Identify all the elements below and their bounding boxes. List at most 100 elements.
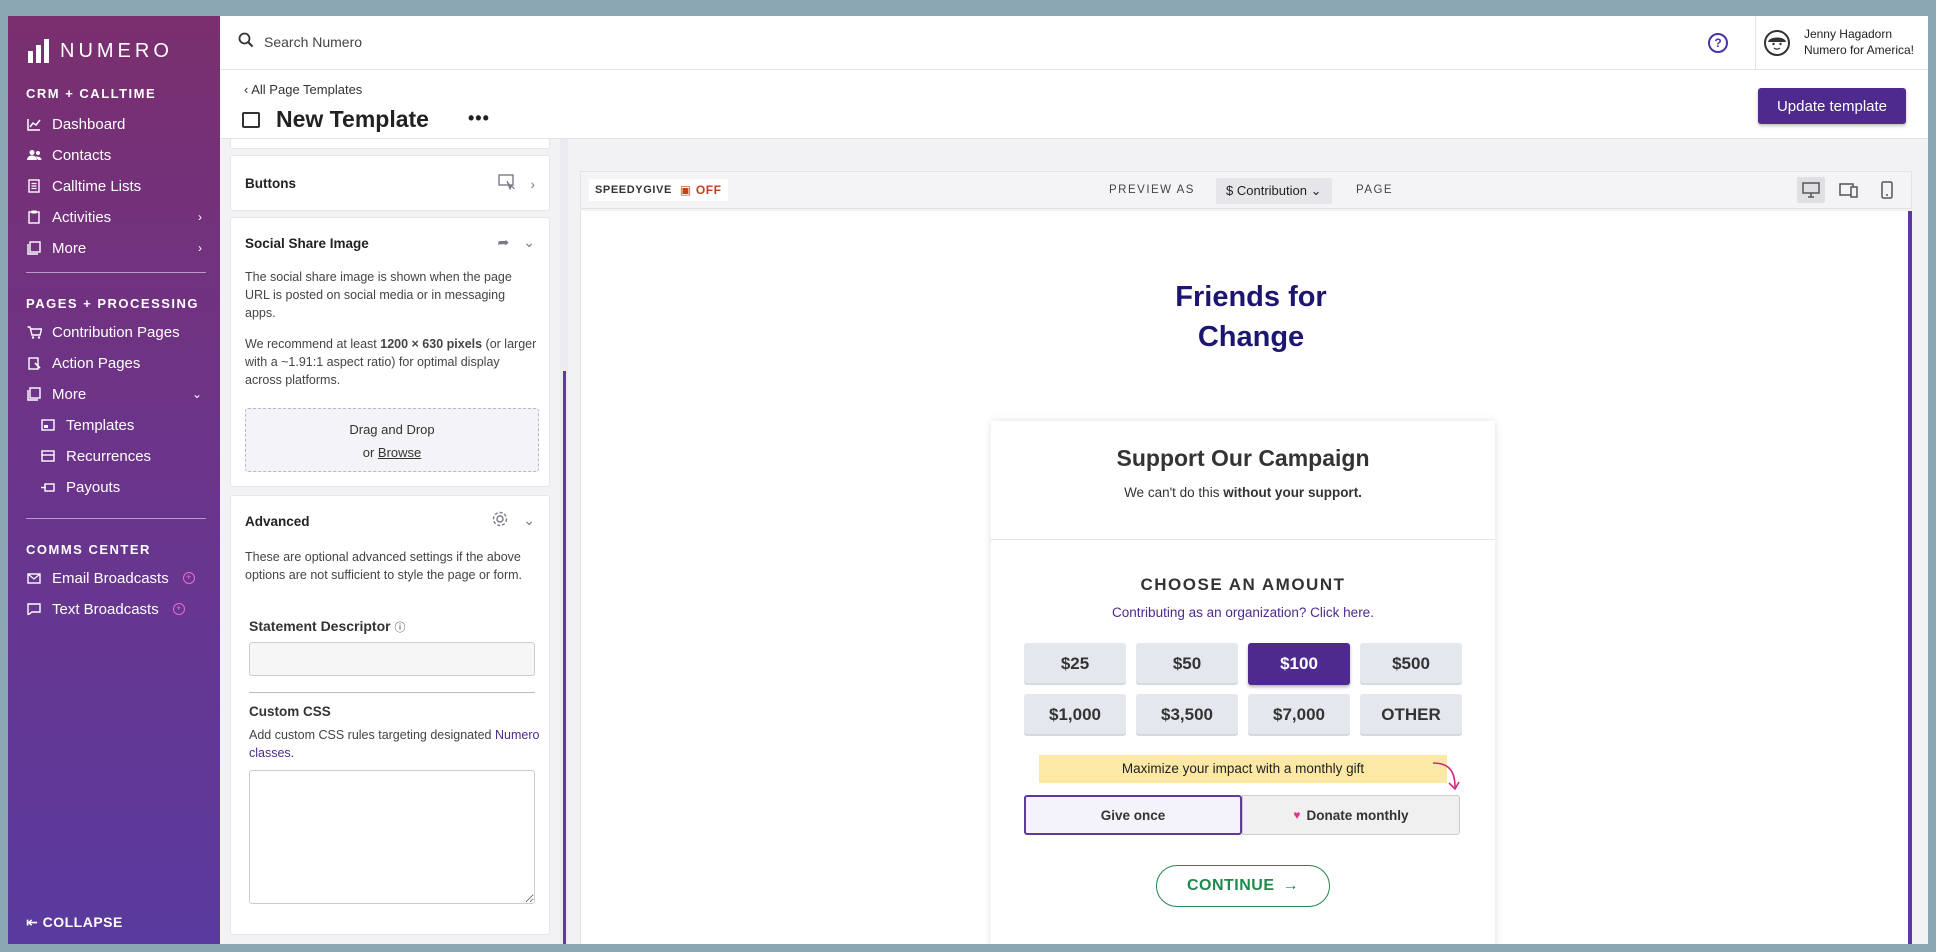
tablet-icon[interactable] bbox=[1835, 177, 1863, 203]
sidebar-item-recurrences[interactable]: Recurrences bbox=[40, 442, 220, 470]
sidebar-item-payouts[interactable]: Payouts bbox=[40, 473, 220, 501]
statement-descriptor-label: Statement Descriptor ⓘ bbox=[249, 618, 406, 634]
sidebar-item-label: Action Pages bbox=[52, 354, 141, 372]
template-icon bbox=[40, 417, 56, 433]
chevron-down-icon: ⌄ bbox=[1310, 183, 1322, 198]
buttons-card[interactable]: Buttons › bbox=[230, 155, 550, 211]
section-pages-processing: PAGES + PROCESSING bbox=[26, 296, 200, 311]
sidebar-item-activities[interactable]: Activities › bbox=[26, 203, 206, 231]
heart-icon: ♥ bbox=[1293, 808, 1301, 822]
sidebar-item-dashboard[interactable]: Dashboard bbox=[26, 110, 206, 138]
chevron-right-icon: › bbox=[198, 241, 202, 255]
cursor-click-icon bbox=[498, 174, 516, 193]
amount-button[interactable]: $25 bbox=[1024, 643, 1126, 685]
card-title: Social Share Image bbox=[245, 236, 369, 251]
page-title: New Template bbox=[276, 106, 429, 132]
preview-canvas: Friends for Change Support Our Campaign … bbox=[580, 211, 1912, 944]
amount-button[interactable]: $3,500 bbox=[1136, 694, 1238, 736]
mobile-icon[interactable] bbox=[1873, 177, 1901, 203]
page-type-select[interactable]: $ Contribution ⌄ bbox=[1216, 178, 1332, 204]
sidebar-item-label: Activities bbox=[52, 208, 112, 226]
chevron-right-icon[interactable]: › bbox=[530, 176, 535, 192]
desktop-icon[interactable] bbox=[1797, 177, 1825, 203]
top-bar: Search Numero ? Jenny Hagadorn Numero fo… bbox=[220, 16, 1928, 70]
more-options-icon[interactable]: ••• bbox=[468, 108, 490, 129]
chevron-down-icon[interactable]: ⌄ bbox=[523, 234, 535, 251]
sidebar-item-email-broadcasts[interactable]: Email Broadcasts + bbox=[26, 564, 206, 592]
continue-button[interactable]: CONTINUE → bbox=[1156, 865, 1330, 907]
logo-text: NUMERO bbox=[60, 39, 173, 62]
sidebar-item-label: Recurrences bbox=[66, 447, 152, 465]
amount-button-other[interactable]: OTHER bbox=[1360, 694, 1462, 736]
sidebar-item-label: Calltime Lists bbox=[52, 177, 142, 195]
page-preview: SPEEDYGIVE ▣ OFF PREVIEW AS $ Contributi… bbox=[568, 139, 1928, 944]
sidebar-item-contribution-pages[interactable]: Contribution Pages bbox=[26, 318, 206, 346]
message-icon bbox=[26, 601, 42, 617]
give-once-button[interactable]: Give once bbox=[1024, 795, 1242, 835]
advanced-description: These are optional advanced settings if … bbox=[245, 550, 523, 582]
search-icon bbox=[238, 32, 254, 51]
avatar[interactable] bbox=[1764, 30, 1790, 56]
sidebar-item-label: Dashboard bbox=[52, 115, 126, 133]
preview-toolbar: SPEEDYGIVE ▣ OFF PREVIEW AS $ Contributi… bbox=[580, 171, 1912, 209]
sidebar-item-calltime-lists[interactable]: Calltime Lists bbox=[26, 172, 206, 200]
sidebar-item-more-crm[interactable]: More › bbox=[26, 234, 206, 262]
breadcrumb[interactable]: ‹ All Page Templates bbox=[244, 82, 362, 97]
amount-button[interactable]: $7,000 bbox=[1248, 694, 1350, 736]
sidebar-item-label: Email Broadcasts bbox=[52, 569, 169, 587]
cart-icon bbox=[26, 324, 42, 340]
image-dropzone[interactable]: Drag and Drop or Browse bbox=[245, 408, 539, 472]
dollar-icon: $ bbox=[1226, 183, 1234, 198]
browse-link[interactable]: Browse bbox=[378, 445, 421, 460]
add-circle-icon[interactable]: + bbox=[172, 603, 185, 615]
dropzone-text: Drag and Drop bbox=[349, 422, 435, 437]
collapse-button[interactable]: ⇤ COLLAPSE bbox=[26, 914, 123, 931]
collapse-arrow-icon: ⇤ bbox=[26, 914, 39, 930]
sidebar-divider bbox=[26, 518, 206, 519]
custom-css-textarea[interactable] bbox=[249, 770, 535, 904]
amount-button[interactable]: $50 bbox=[1136, 643, 1238, 685]
user-menu[interactable]: Jenny Hagadorn Numero for America! bbox=[1804, 26, 1914, 58]
custom-css-description: Add custom CSS rules targeting designate… bbox=[249, 728, 540, 760]
sidebar-item-action-pages[interactable]: Action Pages bbox=[26, 349, 206, 377]
sidebar-item-label: Contribution Pages bbox=[52, 323, 180, 341]
topbar-separator bbox=[1755, 16, 1756, 70]
sidebar-item-more-pages[interactable]: More ⌄ bbox=[26, 380, 206, 408]
amount-button-selected[interactable]: $100 bbox=[1248, 643, 1350, 685]
amount-button[interactable]: $1,000 bbox=[1024, 694, 1126, 736]
help-icon[interactable]: ? bbox=[1708, 33, 1728, 53]
layers-icon bbox=[26, 386, 42, 402]
amount-button[interactable]: $500 bbox=[1360, 643, 1462, 685]
list-icon bbox=[26, 178, 42, 194]
sidebar-divider bbox=[26, 272, 206, 273]
chevron-down-icon[interactable]: ⌄ bbox=[523, 512, 535, 529]
numero-logo[interactable]: NUMERO bbox=[28, 30, 173, 72]
action-page-icon bbox=[26, 355, 42, 371]
page-label: PAGE bbox=[1356, 184, 1394, 196]
organization-link[interactable]: Contributing as an organization? Click h… bbox=[991, 605, 1495, 620]
chevron-right-icon: › bbox=[198, 210, 202, 224]
organization-name: Friends for Change bbox=[1175, 281, 1327, 353]
sidebar-item-templates[interactable]: Templates bbox=[40, 411, 220, 439]
toggle-off-icon: ▣ bbox=[679, 183, 692, 197]
speedygive-state: ▣ OFF bbox=[679, 183, 722, 197]
payout-icon bbox=[40, 479, 56, 495]
form-divider bbox=[991, 539, 1495, 540]
sidebar-item-label: More bbox=[52, 385, 87, 403]
panel-scrollbar[interactable] bbox=[560, 139, 568, 944]
donate-monthly-button[interactable]: ♥ Donate monthly bbox=[1242, 795, 1460, 835]
user-name: Jenny Hagadorn bbox=[1803, 27, 1893, 41]
search-input[interactable]: Search Numero bbox=[238, 32, 362, 51]
update-template-button[interactable]: Update template bbox=[1758, 88, 1906, 124]
monthly-gift-note: Maximize your impact with a monthly gift bbox=[1039, 755, 1447, 783]
speedygive-toggle[interactable]: SPEEDYGIVE ▣ OFF bbox=[589, 179, 728, 201]
statement-descriptor-input[interactable] bbox=[249, 642, 535, 676]
layers-icon bbox=[26, 240, 42, 256]
sidebar-item-contacts[interactable]: Contacts bbox=[26, 141, 206, 169]
arrow-right-icon: → bbox=[1282, 877, 1300, 894]
sidebar-item-label: Payouts bbox=[66, 478, 121, 496]
logo-mark-icon bbox=[28, 39, 52, 63]
sidebar-item-text-broadcasts[interactable]: Text Broadcasts + bbox=[26, 595, 206, 623]
add-circle-icon[interactable]: + bbox=[182, 572, 195, 584]
section-comms-center: COMMS CENTER bbox=[26, 542, 151, 557]
